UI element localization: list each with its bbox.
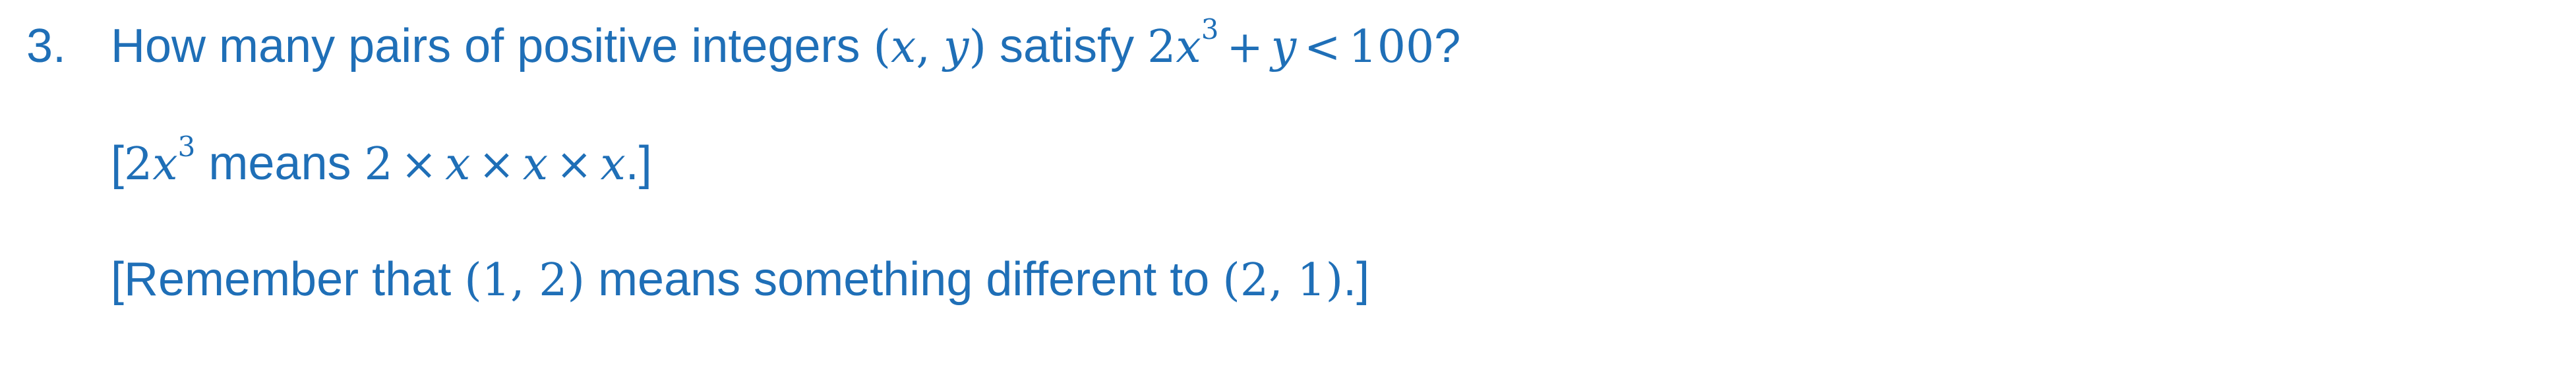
ordered-pair-1: (1, 2) (464, 254, 585, 306)
ineq-variable-x: x (1176, 21, 1201, 73)
question-line-3: [Remember that (1, 2) means something di… (111, 256, 1369, 303)
ineq-coefficient: 2 (1147, 21, 1176, 73)
def-variable-x: x (152, 138, 178, 190)
ineq-variable-y: y (1271, 21, 1297, 73)
pair-comma: , (916, 21, 931, 73)
bracket-open: [ (111, 137, 125, 190)
remember-text-b: means something different to (598, 253, 1210, 306)
times-sign-2: × (478, 139, 515, 190)
question-text-b: satisfy (1000, 20, 1135, 72)
pair-close-paren: ) (969, 21, 986, 73)
expr-x-2: x (522, 138, 549, 190)
times-sign-3: × (556, 139, 593, 190)
question-text-a: How many pairs of positive integers (111, 20, 860, 72)
question-number: 3. (26, 20, 67, 72)
remember-text-a: [Remember that (111, 253, 452, 306)
pair-y: y (944, 21, 969, 73)
ineq-less-than: < (1304, 22, 1341, 72)
def-means-text: means (208, 137, 351, 190)
question-line-1: How many pairs of positive integers (x, … (111, 16, 1461, 73)
ineq-exponent: 3 (1201, 13, 1219, 45)
remember-close: .] (1343, 253, 1370, 306)
expr-x-1: x (445, 138, 471, 190)
bracket-close: .] (625, 137, 652, 190)
pair-open-paren: ( (873, 21, 891, 73)
ineq-rhs: 100 (1348, 21, 1435, 73)
expr-two: 2 (364, 138, 393, 190)
times-sign-1: × (400, 139, 438, 190)
pair-x: x (891, 21, 916, 73)
question-mark: ? (1434, 20, 1461, 72)
ordered-pair-2: (2, 1) (1222, 254, 1344, 306)
expr-x-3: x (600, 138, 626, 190)
ineq-plus: + (1226, 22, 1263, 72)
def-coefficient: 2 (124, 138, 153, 190)
def-exponent: 3 (177, 130, 196, 163)
question-line-2: [2x3 means 2 × x × x × x.] (111, 133, 652, 190)
question-page: 3. How many pairs of positive integers (… (0, 0, 2576, 377)
